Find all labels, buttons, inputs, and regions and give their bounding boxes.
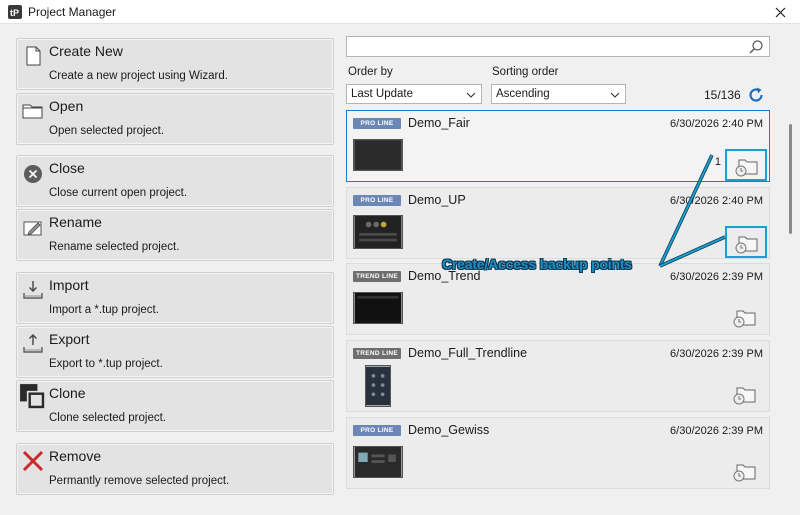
search-icon[interactable] — [748, 39, 764, 55]
project-date: 6/30/2026 2:39 PM — [670, 348, 763, 360]
project-badge: PRO LINE — [353, 118, 401, 129]
sorting-order-value: Ascending — [496, 88, 550, 100]
project-count: 15/136 — [704, 88, 741, 102]
search-box — [346, 36, 770, 57]
import-icon — [23, 281, 43, 299]
close-project-button[interactable]: Close Close current open project. — [16, 155, 334, 207]
clone-description: Clone selected project. — [49, 412, 166, 424]
annotation-label: Create/Access backup points — [442, 256, 632, 272]
open-description: Open selected project. — [49, 125, 165, 137]
project-card-demo-trend[interactable]: TREND LINE Demo_Trend 6/30/2026 2:39 PM — [346, 263, 770, 335]
export-description: Export to *.tup project. — [49, 358, 163, 370]
project-badge: PRO LINE — [353, 425, 401, 436]
project-date: 6/30/2026 2:40 PM — [670, 195, 763, 207]
backup-points-button[interactable] — [725, 226, 767, 258]
order-by-label: Order by — [348, 66, 393, 78]
project-thumbnail — [353, 446, 403, 478]
project-name: Demo_Fair — [408, 116, 470, 130]
export-button[interactable]: Export Export to *.tup project. — [16, 326, 334, 378]
svg-text:tP: tP — [10, 8, 19, 18]
close-circle-icon — [24, 165, 42, 183]
backup-folder-icon — [735, 159, 758, 177]
remove-label: Remove — [49, 448, 102, 464]
backup-points-button[interactable] — [725, 456, 767, 488]
project-date: 6/30/2026 2:39 PM — [670, 271, 763, 283]
create-new-button[interactable]: Create New Create a new project using Wi… — [16, 38, 334, 90]
rename-label: Rename — [49, 214, 102, 230]
project-thumbnail — [365, 365, 391, 407]
open-button[interactable]: Open Open selected project. — [16, 93, 334, 145]
refresh-icon[interactable] — [747, 86, 765, 104]
sorting-order-label: Sorting order — [492, 66, 559, 78]
window-title: Project Manager — [28, 5, 117, 19]
project-card-demo-gewiss[interactable]: PRO LINE Demo_Gewiss 6/30/2026 2:39 PM — [346, 417, 770, 489]
open-label: Open — [49, 98, 84, 114]
export-label: Export — [49, 331, 90, 347]
new-document-icon — [26, 46, 41, 66]
create-new-description: Create a new project using Wizard. — [49, 70, 228, 82]
clone-button[interactable]: Clone Clone selected project. — [16, 380, 334, 432]
order-by-select[interactable]: Last Update — [346, 84, 482, 104]
rename-button[interactable]: Rename Rename selected project. — [16, 209, 334, 261]
project-badge: TREND LINE — [353, 348, 401, 359]
backup-folder-icon — [733, 310, 756, 328]
project-card-demo-fair[interactable]: PRO LINE Demo_Fair 6/30/2026 2:40 PM 1 — [346, 110, 770, 182]
project-card-demo-up[interactable]: PRO LINE Demo_UP 6/30/2026 2:40 PM — [346, 187, 770, 259]
order-by-value: Last Update — [351, 88, 414, 100]
clone-icon — [20, 384, 45, 409]
project-thumbnail — [353, 292, 403, 324]
project-name: Demo_Full_Trendline — [408, 346, 528, 360]
import-label: Import — [49, 277, 89, 293]
project-date: 6/30/2026 2:39 PM — [670, 425, 763, 437]
create-new-label: Create New — [49, 43, 123, 59]
project-name: Demo_UP — [408, 193, 466, 207]
project-badge: TREND LINE — [353, 271, 401, 282]
close-window-button[interactable] — [766, 0, 794, 24]
rename-description: Rename selected project. — [49, 241, 180, 253]
export-icon — [23, 334, 43, 353]
search-input[interactable] — [350, 38, 740, 55]
clone-label: Clone — [49, 385, 86, 401]
folder-icon — [22, 104, 43, 119]
scrollbar-thumb[interactable] — [789, 124, 792, 234]
project-list: PRO LINE Demo_Fair 6/30/2026 2:40 PM 1 P… — [346, 110, 772, 490]
project-name: Demo_Gewiss — [408, 423, 490, 437]
project-thumbnail — [353, 139, 403, 171]
close-project-description: Close current open project. — [49, 187, 188, 199]
project-thumbnail — [353, 215, 403, 249]
backup-folder-icon — [735, 236, 758, 254]
backup-folder-icon — [733, 464, 756, 482]
close-icon — [775, 7, 785, 17]
backup-folder-icon — [733, 387, 756, 405]
backup-points-button[interactable] — [725, 302, 767, 334]
chevron-down-icon — [610, 92, 620, 98]
backup-points-button[interactable] — [725, 149, 767, 181]
remove-description: Permantly remove selected project. — [49, 475, 230, 487]
close-project-label: Close — [49, 160, 85, 176]
app-logo-icon: tP — [8, 5, 22, 19]
backup-count: 1 — [714, 156, 721, 168]
project-card-demo-full-trendline[interactable]: TREND LINE Demo_Full_Trendline 6/30/2026… — [346, 340, 770, 412]
sorting-order-select[interactable]: Ascending — [491, 84, 626, 104]
import-description: Import a *.tup project. — [49, 304, 159, 316]
remove-x-icon — [22, 450, 44, 472]
chevron-down-icon — [466, 92, 476, 98]
pencil-icon — [23, 221, 42, 236]
title-bar: tP Project Manager — [0, 0, 800, 24]
remove-button[interactable]: Remove Permantly remove selected project… — [16, 443, 334, 495]
project-date: 6/30/2026 2:40 PM — [670, 118, 763, 130]
import-button[interactable]: Import Import a *.tup project. — [16, 272, 334, 324]
project-badge: PRO LINE — [353, 195, 401, 206]
backup-points-button[interactable] — [725, 379, 767, 411]
project-list-scrollbar[interactable] — [788, 110, 794, 490]
